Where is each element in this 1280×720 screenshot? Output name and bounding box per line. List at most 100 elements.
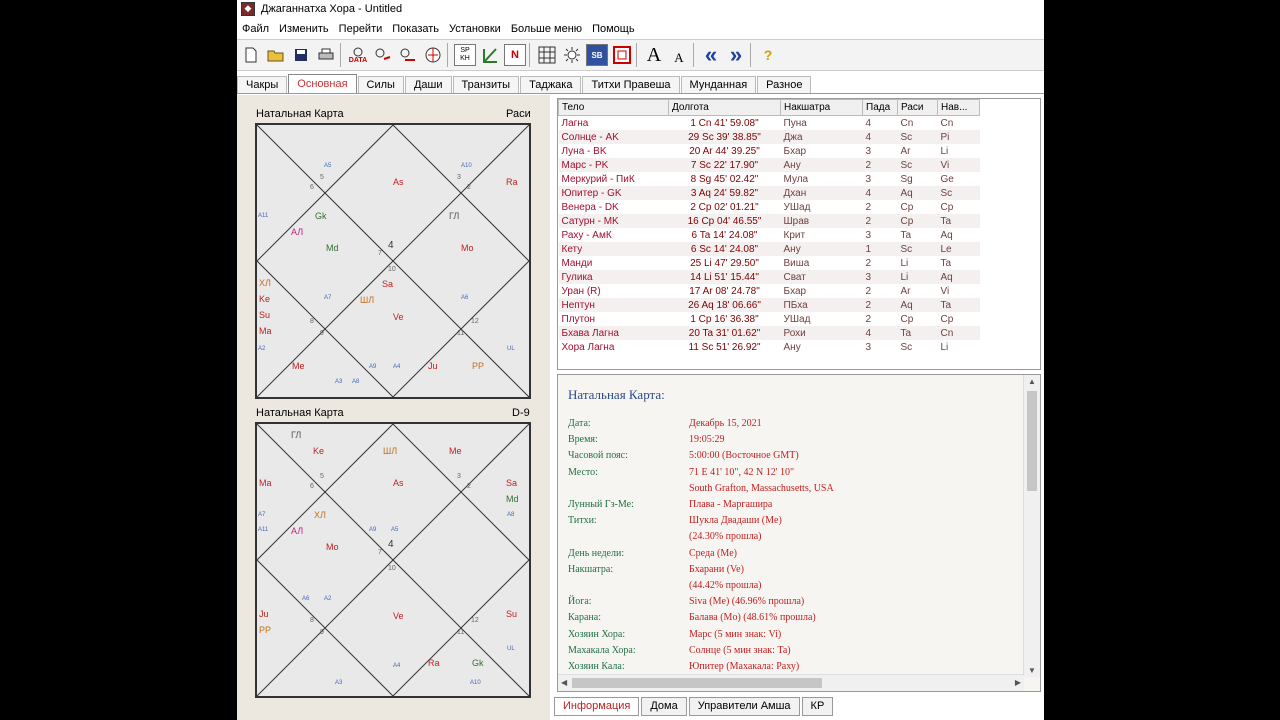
col-header-body[interactable]: Тело: [558, 99, 669, 116]
table-row[interactable]: Гулика 14 Li 51' 15.44" Сват 3 Li Aq: [558, 270, 980, 284]
tab-kp[interactable]: КР: [801, 696, 834, 716]
info-label: Накшатра:: [568, 563, 614, 575]
table-row[interactable]: Бхава Лагна 20 Ta 31' 01.62" Рохи 4 Ta Cn: [558, 326, 980, 340]
d9-al: АЛ: [291, 526, 304, 536]
tab-dashas[interactable]: Даши: [404, 76, 452, 93]
menu-help[interactable]: Помощь: [587, 23, 640, 35]
d9-a3: A3: [335, 680, 343, 686]
cell-navamsa: Vi: [937, 158, 980, 172]
n-button[interactable]: N: [504, 44, 526, 66]
menu-file[interactable]: Файл: [237, 23, 274, 35]
vertical-scroll-thumb[interactable]: [1027, 391, 1037, 491]
scroll-down-icon[interactable]: ▼: [1028, 666, 1036, 675]
tab-amsha-rulers[interactable]: Управители Амша: [688, 696, 800, 716]
sp-kh-button[interactable]: SP KH: [454, 44, 476, 66]
rasi-a2: A2: [258, 346, 266, 352]
tab-houses[interactable]: Дома: [641, 696, 687, 716]
transit-icon[interactable]: [422, 44, 444, 66]
prev-chart-button[interactable]: «: [700, 42, 722, 67]
table-row[interactable]: Венера - DK 2 Cp 02' 01.21" УШад 2 Cp Cp: [559, 200, 980, 214]
table-row[interactable]: Луна - BK 20 Ar 44' 39.25" Бхар 3 Ar Li: [559, 144, 980, 158]
tab-transits[interactable]: Транзиты: [452, 76, 520, 93]
rasi-house-num: 11: [457, 330, 465, 337]
vertical-scrollbar[interactable]: ▲ ▼: [1023, 375, 1040, 677]
col-header-nakshatra[interactable]: Накшатра: [780, 99, 863, 116]
tab-misc[interactable]: Разное: [757, 76, 812, 93]
font-larger-button[interactable]: A: [643, 44, 665, 66]
data-clock-icon[interactable]: DATA: [347, 44, 369, 66]
grid-chart-icon[interactable]: [536, 44, 558, 66]
info-value: Балава (Mo) (48.61% прошла): [689, 612, 816, 624]
scroll-left-icon[interactable]: ◀: [561, 678, 567, 687]
tab-tithi-pravesha[interactable]: Титхи Правеша: [582, 76, 680, 93]
rasi-gk: Gk: [315, 211, 327, 221]
table-row[interactable]: Солнце - AK 29 Sc 39' 38.85" Джа 4 Sc Pi: [558, 130, 980, 144]
horizontal-scroll-thumb[interactable]: [572, 678, 822, 688]
table-row[interactable]: Сатурн - MK 16 Cp 04' 46.55" Шрав 2 Cp Ta: [558, 214, 980, 228]
menu-edit[interactable]: Изменить: [274, 23, 334, 35]
col-header-navamsa[interactable]: Нав...: [937, 99, 980, 116]
cell-pada: 4: [862, 326, 898, 340]
rasi-house-num: 3: [457, 174, 461, 181]
rasi-ju: Ju: [428, 361, 438, 371]
rasi-su: Su: [259, 310, 271, 320]
table-row[interactable]: Юпитер - GK 3 Aq 24' 59.82" Дхан 4 Aq Sc: [558, 186, 980, 200]
table-row[interactable]: Хора Лагна 11 Sc 51' 26.92" Ану 3 Sc Li: [559, 340, 980, 354]
planet-table-container[interactable]: Тело Долгота Накшатра Пада Раси Нав... Л…: [557, 98, 1041, 370]
print-icon[interactable]: [315, 44, 337, 66]
scroll-up-icon[interactable]: ▲: [1028, 377, 1036, 386]
d9-as: As: [393, 478, 404, 488]
save-icon[interactable]: [290, 44, 312, 66]
menu-settings[interactable]: Установки: [444, 23, 506, 35]
tab-information[interactable]: Информация: [554, 696, 640, 716]
table-row[interactable]: Раху - АмК 6 Ta 14' 24.08" Крит 3 Ta Aq: [559, 228, 980, 242]
cell-navamsa: Ta: [940, 257, 952, 269]
d9-house-num: 5: [320, 473, 324, 480]
table-row[interactable]: Плутон 1 Cp 16' 36.38" УШад 2 Cp Cp: [559, 312, 980, 326]
help-button[interactable]: ?: [757, 44, 779, 66]
col-header-rasi[interactable]: Раси: [897, 99, 938, 116]
kh-chart-icon[interactable]: [479, 44, 501, 66]
planet-table-body: Лагна 1 Cn 41' 59.08" Пуна 4 Cn Cn Солнце - AK…: [558, 116, 980, 355]
menu-more[interactable]: Больше меню: [506, 23, 587, 35]
info-value: Марс (5 мин знак: Vi): [689, 628, 782, 640]
horizontal-scrollbar[interactable]: ◀ ▶: [558, 674, 1024, 691]
info-value: Бхарани (Ve): [689, 563, 744, 575]
sb-button[interactable]: SB: [586, 44, 608, 66]
toolbar-separator: [693, 43, 694, 67]
next-chart-button[interactable]: »: [725, 42, 747, 67]
square-chart-icon[interactable]: [611, 44, 633, 66]
menu-view[interactable]: Показать: [387, 23, 444, 35]
new-file-icon[interactable]: [240, 44, 262, 66]
table-row[interactable]: Уран (R) 17 Ar 08' 24.78" Бхар 2 Ar Vi: [559, 284, 980, 298]
table-row[interactable]: Марс - PK 7 Sc 22' 17.90" Ану 2 Sc Vi: [558, 158, 980, 172]
tab-chakras[interactable]: Чакры: [237, 76, 288, 93]
rasi-ma: Ma: [259, 326, 272, 336]
rasi-chart[interactable]: 4 As Ra Gk ГЛ АЛ Md Mo ХЛ Ke Su Ma Sa ШЛ…: [255, 123, 531, 399]
info-title: Натальная Карта:: [568, 387, 665, 402]
menu-goto[interactable]: Перейти: [334, 23, 388, 35]
tab-main[interactable]: Основная: [288, 74, 357, 93]
time-forward-icon[interactable]: [397, 44, 419, 66]
info-panel[interactable]: Натальная Карта: Дата: Декабрь 15, 2021 Вр…: [557, 374, 1041, 692]
open-folder-icon[interactable]: [265, 44, 287, 66]
table-row[interactable]: Меркурий - ПиК 8 Sg 45' 02.42" Мула 3 Sg Ge: [559, 172, 980, 186]
font-smaller-button[interactable]: A: [668, 44, 690, 66]
scroll-right-icon[interactable]: ▶: [1015, 678, 1021, 687]
time-back-icon[interactable]: [372, 44, 394, 66]
tab-mundane[interactable]: Мунданная: [680, 76, 757, 93]
sun-icon[interactable]: [561, 44, 583, 66]
col-header-longitude[interactable]: Долгота: [668, 99, 781, 116]
table-row[interactable]: Лагна 1 Cn 41' 59.08" Пуна 4 Cn Cn: [559, 116, 980, 131]
navamsa-chart[interactable]: 4 ГЛ Ke ШЛ Me As Sa Md Ma ХЛ АЛ Mo Ve Ju…: [255, 422, 531, 698]
cell-nakshatra: Бхар: [783, 285, 807, 297]
tab-strengths[interactable]: Силы: [357, 76, 404, 93]
info-label: Титхи:: [568, 515, 597, 527]
table-row[interactable]: Нептун 26 Aq 18' 06.66" ПБха 2 Aq Ta: [558, 298, 980, 312]
cell-longitude: 8 Sg 45' 02.42": [690, 173, 759, 185]
table-row[interactable]: Кету 6 Sc 14' 24.08" Ану 1 Sc Le: [558, 242, 980, 256]
table-row[interactable]: Мaнди 25 Li 47' 29.50" Виша 2 Li Ta: [559, 256, 980, 270]
cell-longitude: 7 Sc 22' 17.90": [668, 158, 781, 172]
col-header-pada[interactable]: Пада: [862, 99, 898, 116]
tab-tajaka[interactable]: Таджака: [520, 76, 582, 93]
